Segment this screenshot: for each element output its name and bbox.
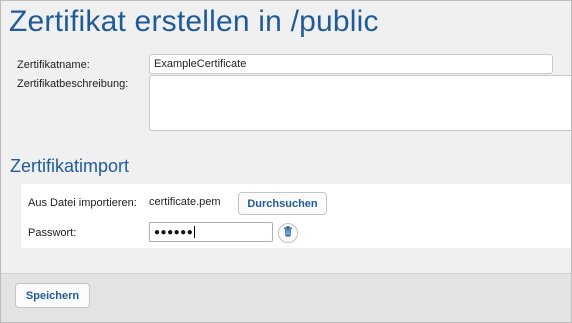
page-title: Zertifikat erstellen in /public	[9, 5, 379, 38]
dialog-frame: Zertifikat erstellen in /public Zertifik…	[0, 0, 572, 323]
save-button-label: Speichern	[25, 289, 80, 302]
certificate-description-textarea[interactable]	[149, 75, 571, 131]
clear-password-button[interactable]	[278, 223, 298, 243]
password-label: Passwort:	[28, 227, 77, 239]
certificate-import-heading: Zertifikatimport	[10, 156, 130, 176]
browse-button-label: Durchsuchen	[247, 197, 318, 210]
certificate-description-label: Zertifikatbeschreibung:	[17, 78, 129, 90]
footer-bar: Speichern	[1, 273, 571, 322]
save-button[interactable]: Speichern	[15, 283, 90, 308]
import-file-name: certificate.pem	[149, 196, 221, 208]
certificate-name-label: Zertifikatname:	[17, 59, 90, 71]
password-mask: ●●●●●●	[154, 226, 194, 238]
text-caret	[194, 226, 196, 238]
trash-icon	[283, 224, 293, 242]
certificate-import-panel: Aus Datei importieren: certificate.pem D…	[21, 184, 571, 248]
browse-button[interactable]: Durchsuchen	[238, 192, 327, 215]
certificate-name-input[interactable]	[149, 54, 553, 74]
import-file-label: Aus Datei importieren:	[28, 197, 137, 209]
password-input[interactable]: ●●●●●●	[149, 222, 273, 242]
